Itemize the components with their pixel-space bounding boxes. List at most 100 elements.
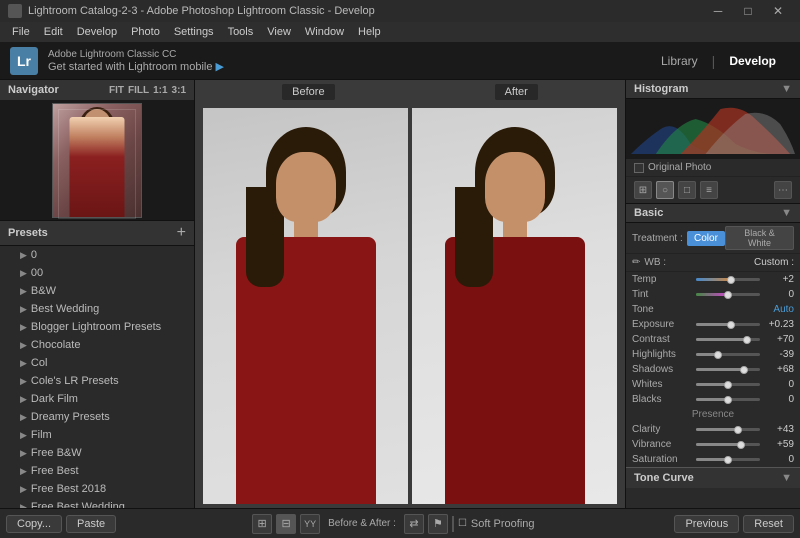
blacks-slider[interactable]	[696, 398, 760, 401]
list-item[interactable]: ▶00	[0, 264, 194, 282]
histogram-panel: Histogram ▼ Original Photo	[626, 80, 800, 204]
menu-help[interactable]: Help	[352, 22, 387, 42]
treatment-row: Treatment : Color Black & White	[626, 223, 800, 254]
soft-proofing-checkbox[interactable]: ☐	[458, 518, 467, 529]
view-icon-compare[interactable]: ⊟	[276, 514, 296, 534]
basic-title: Basic	[634, 207, 663, 219]
menu-tools[interactable]: Tools	[222, 22, 260, 42]
tone-icon-slider[interactable]: ⋯	[774, 181, 792, 199]
menu-photo[interactable]: Photo	[125, 22, 166, 42]
reset-button[interactable]: Reset	[743, 515, 794, 533]
module-picker: Library | Develop	[647, 50, 790, 72]
original-photo-checkbox[interactable]	[634, 163, 644, 173]
contrast-label: Contrast	[632, 334, 692, 345]
highlights-slider[interactable]	[696, 353, 760, 356]
nav-3-1[interactable]: 3:1	[172, 85, 186, 96]
title-bar: Lightroom Catalog-2-3 - Adobe Photoshop …	[0, 0, 800, 22]
tone-curve-section[interactable]: Tone Curve ▼	[626, 467, 800, 488]
highlights-value: -39	[764, 349, 794, 360]
navigator-zoom-controls: FIT FILL 1:1 3:1	[109, 85, 186, 96]
color-treatment-btn[interactable]: Color	[687, 231, 725, 246]
tone-icon-circle[interactable]: ○	[656, 181, 674, 199]
list-item[interactable]: ▶Dark Film	[0, 390, 194, 408]
histogram-chart	[626, 99, 800, 159]
menu-view[interactable]: View	[261, 22, 297, 42]
list-item[interactable]: ▶Blogger Lightroom Presets	[0, 318, 194, 336]
blacks-label: Blacks	[632, 394, 692, 405]
list-item[interactable]: ▶Free B&W	[0, 444, 194, 462]
shadows-slider[interactable]	[696, 368, 760, 371]
previous-button[interactable]: Previous	[674, 515, 739, 533]
view-icon-yy[interactable]: YY	[300, 514, 320, 534]
nav-fill[interactable]: FILL	[128, 85, 149, 96]
maximize-button[interactable]: □	[734, 0, 762, 22]
tone-curve-arrow: ▼	[781, 472, 792, 484]
presets-label: Presets	[8, 227, 48, 239]
saturation-slider[interactable]	[696, 458, 760, 461]
photo-compare-area	[195, 104, 625, 508]
exposure-label: Exposure	[632, 319, 692, 330]
list-item[interactable]: ▶Film	[0, 426, 194, 444]
menu-develop[interactable]: Develop	[71, 22, 123, 42]
list-item[interactable]: ▶B&W	[0, 282, 194, 300]
menu-file[interactable]: File	[6, 22, 36, 42]
menu-settings[interactable]: Settings	[168, 22, 220, 42]
list-item[interactable]: ▶Free Best Wedding	[0, 498, 194, 508]
tone-icon-grid[interactable]: ⊞	[634, 181, 652, 199]
close-button[interactable]: ✕	[764, 0, 792, 22]
eyedropper-icon[interactable]: ✏	[632, 257, 640, 268]
treatment-label: Treatment :	[632, 233, 687, 244]
exposure-slider[interactable]	[696, 323, 760, 326]
view-icon-grid[interactable]: ⊞	[252, 514, 272, 534]
tone-icon-rect[interactable]: □	[678, 181, 696, 199]
after-photo-frame[interactable]	[412, 108, 617, 504]
contrast-slider[interactable]	[696, 338, 760, 341]
flag-icon[interactable]: ⚑	[428, 514, 448, 534]
list-item[interactable]: ▶Free Best 2018	[0, 480, 194, 498]
before-photo-frame[interactable]	[203, 108, 408, 504]
brand-cta[interactable]: Get started with Lightroom mobile ▶	[48, 60, 224, 73]
list-item[interactable]: ▶Cole's LR Presets	[0, 372, 194, 390]
vibrance-slider[interactable]	[696, 443, 760, 446]
vibrance-value: +59	[764, 439, 794, 450]
list-item[interactable]: ▶Col	[0, 354, 194, 372]
navigator-overlay	[58, 109, 136, 219]
minimize-button[interactable]: ─	[704, 0, 732, 22]
highlights-slider-row: Highlights -39	[626, 347, 800, 362]
tone-icon-params[interactable]: ≡	[700, 181, 718, 199]
navigator-thumbnail[interactable]	[0, 100, 194, 220]
bw-treatment-btn[interactable]: Black & White	[725, 226, 794, 250]
menu-edit[interactable]: Edit	[38, 22, 69, 42]
window-title: Lightroom Catalog-2-3 - Adobe Photoshop …	[28, 5, 375, 17]
copy-button[interactable]: Copy...	[6, 515, 62, 533]
tint-slider-track[interactable]	[696, 293, 760, 296]
blacks-value: 0	[764, 394, 794, 405]
nav-fit[interactable]: FIT	[109, 85, 124, 96]
list-item[interactable]: ▶Free Best	[0, 462, 194, 480]
before-label: Before	[282, 84, 334, 100]
develop-module-btn[interactable]: Develop	[715, 50, 790, 72]
list-item[interactable]: ▶Best Wedding	[0, 300, 194, 318]
temp-slider-track[interactable]	[696, 278, 760, 281]
original-photo-row: Original Photo	[626, 159, 800, 177]
library-module-btn[interactable]: Library	[647, 50, 712, 72]
separator	[452, 516, 454, 532]
top-bar: Lr Adobe Lightroom Classic CC Get starte…	[0, 42, 800, 80]
vibrance-slider-row: Vibrance +59	[626, 437, 800, 452]
menu-window[interactable]: Window	[299, 22, 350, 42]
list-item[interactable]: ▶Dreamy Presets	[0, 408, 194, 426]
list-item[interactable]: ▶Chocolate	[0, 336, 194, 354]
bottom-right-buttons: Previous Reset	[674, 515, 794, 533]
whites-slider[interactable]	[696, 383, 760, 386]
auto-tone-btn[interactable]: Auto	[773, 304, 794, 315]
list-item[interactable]: ▶0	[0, 246, 194, 264]
tint-label: Tint	[632, 289, 692, 300]
paste-button[interactable]: Paste	[66, 515, 116, 533]
presets-panel: Presets + ▶0 ▶00 ▶B&W ▶Best Wedding ▶Blo…	[0, 221, 194, 508]
sync-icon[interactable]: ⇄	[404, 514, 424, 534]
nav-1-1[interactable]: 1:1	[153, 85, 167, 96]
wb-value[interactable]: Custom :	[754, 257, 794, 268]
clarity-slider[interactable]	[696, 428, 760, 431]
presets-add-button[interactable]: +	[177, 225, 186, 241]
temp-label: Temp	[632, 274, 692, 285]
